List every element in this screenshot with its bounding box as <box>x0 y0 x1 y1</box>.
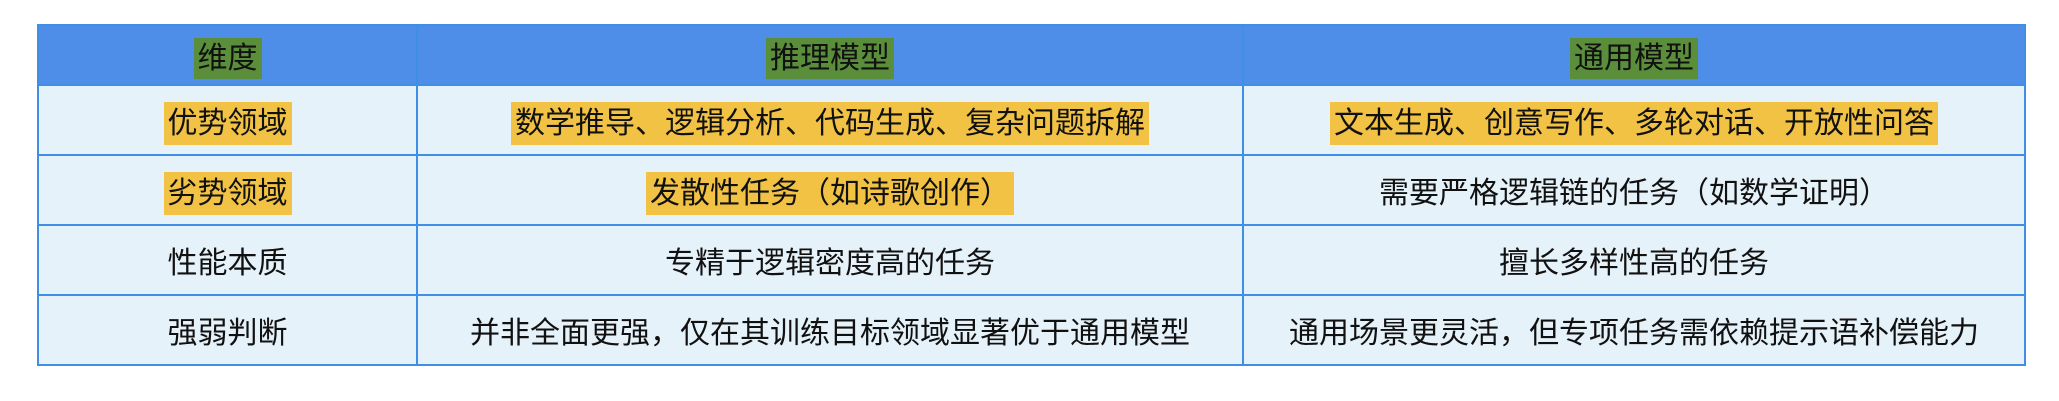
header-cell-general-model: 通用模型 <box>1242 24 2026 86</box>
header-general-model-label: 通用模型 <box>1570 38 1698 79</box>
header-cell-reasoning-model: 推理模型 <box>416 24 1244 86</box>
table-cell: 优势领域 <box>37 84 418 156</box>
cell-text: 专精于逻辑密度高的任务 <box>665 246 995 281</box>
row-label-weaknesses: 劣势领域 <box>163 172 292 215</box>
header-reasoning-model-label: 推理模型 <box>766 38 894 79</box>
table-cell: 需要严格逻辑链的任务（如数学证明） <box>1242 154 2026 226</box>
row-label-performance: 性能本质 <box>167 246 288 281</box>
header-cell-dimension: 维度 <box>37 24 418 86</box>
table-cell: 发散性任务（如诗歌创作） <box>416 154 1244 226</box>
table-cell: 文本生成、创意写作、多轮对话、开放性问答 <box>1242 84 2026 156</box>
header-dimension-label: 维度 <box>193 38 262 79</box>
table-cell: 数学推导、逻辑分析、代码生成、复杂问题拆解 <box>416 84 1244 156</box>
cell-text: 发散性任务（如诗歌创作） <box>646 172 1014 215</box>
table-cell: 并非全面更强，仅在其训练目标领域显著优于通用模型 <box>416 294 1244 366</box>
page: 维度 推理模型 通用模型 优势领域 数学推导、逻辑分析、代码生成、复杂问题拆解 … <box>0 0 2059 401</box>
cell-text: 文本生成、创意写作、多轮对话、开放性问答 <box>1330 102 1938 145</box>
cell-text: 擅长多样性高的任务 <box>1499 246 1769 281</box>
cell-text: 并非全面更强，仅在其训练目标领域显著优于通用模型 <box>470 316 1190 351</box>
table-cell: 性能本质 <box>37 224 418 296</box>
table-row: 性能本质 专精于逻辑密度高的任务 擅长多样性高的任务 <box>37 224 2026 296</box>
table-row: 优势领域 数学推导、逻辑分析、代码生成、复杂问题拆解 文本生成、创意写作、多轮对… <box>37 84 2026 156</box>
table-cell: 劣势领域 <box>37 154 418 226</box>
table-header-row: 维度 推理模型 通用模型 <box>37 24 2026 86</box>
table-row: 劣势领域 发散性任务（如诗歌创作） 需要严格逻辑链的任务（如数学证明） <box>37 154 2026 226</box>
cell-text: 需要严格逻辑链的任务（如数学证明） <box>1379 176 1889 211</box>
table-cell: 擅长多样性高的任务 <box>1242 224 2026 296</box>
table-cell: 强弱判断 <box>37 294 418 366</box>
cell-text: 通用场景更灵活，但专项任务需依赖提示语补偿能力 <box>1289 316 1979 351</box>
table-cell: 通用场景更灵活，但专项任务需依赖提示语补偿能力 <box>1242 294 2026 366</box>
cell-text: 数学推导、逻辑分析、代码生成、复杂问题拆解 <box>511 102 1149 145</box>
comparison-table: 维度 推理模型 通用模型 优势领域 数学推导、逻辑分析、代码生成、复杂问题拆解 … <box>37 24 2026 366</box>
table-cell: 专精于逻辑密度高的任务 <box>416 224 1244 296</box>
row-label-judgement: 强弱判断 <box>167 316 288 351</box>
row-label-strengths: 优势领域 <box>163 102 292 145</box>
table-row: 强弱判断 并非全面更强，仅在其训练目标领域显著优于通用模型 通用场景更灵活，但专… <box>37 294 2026 366</box>
